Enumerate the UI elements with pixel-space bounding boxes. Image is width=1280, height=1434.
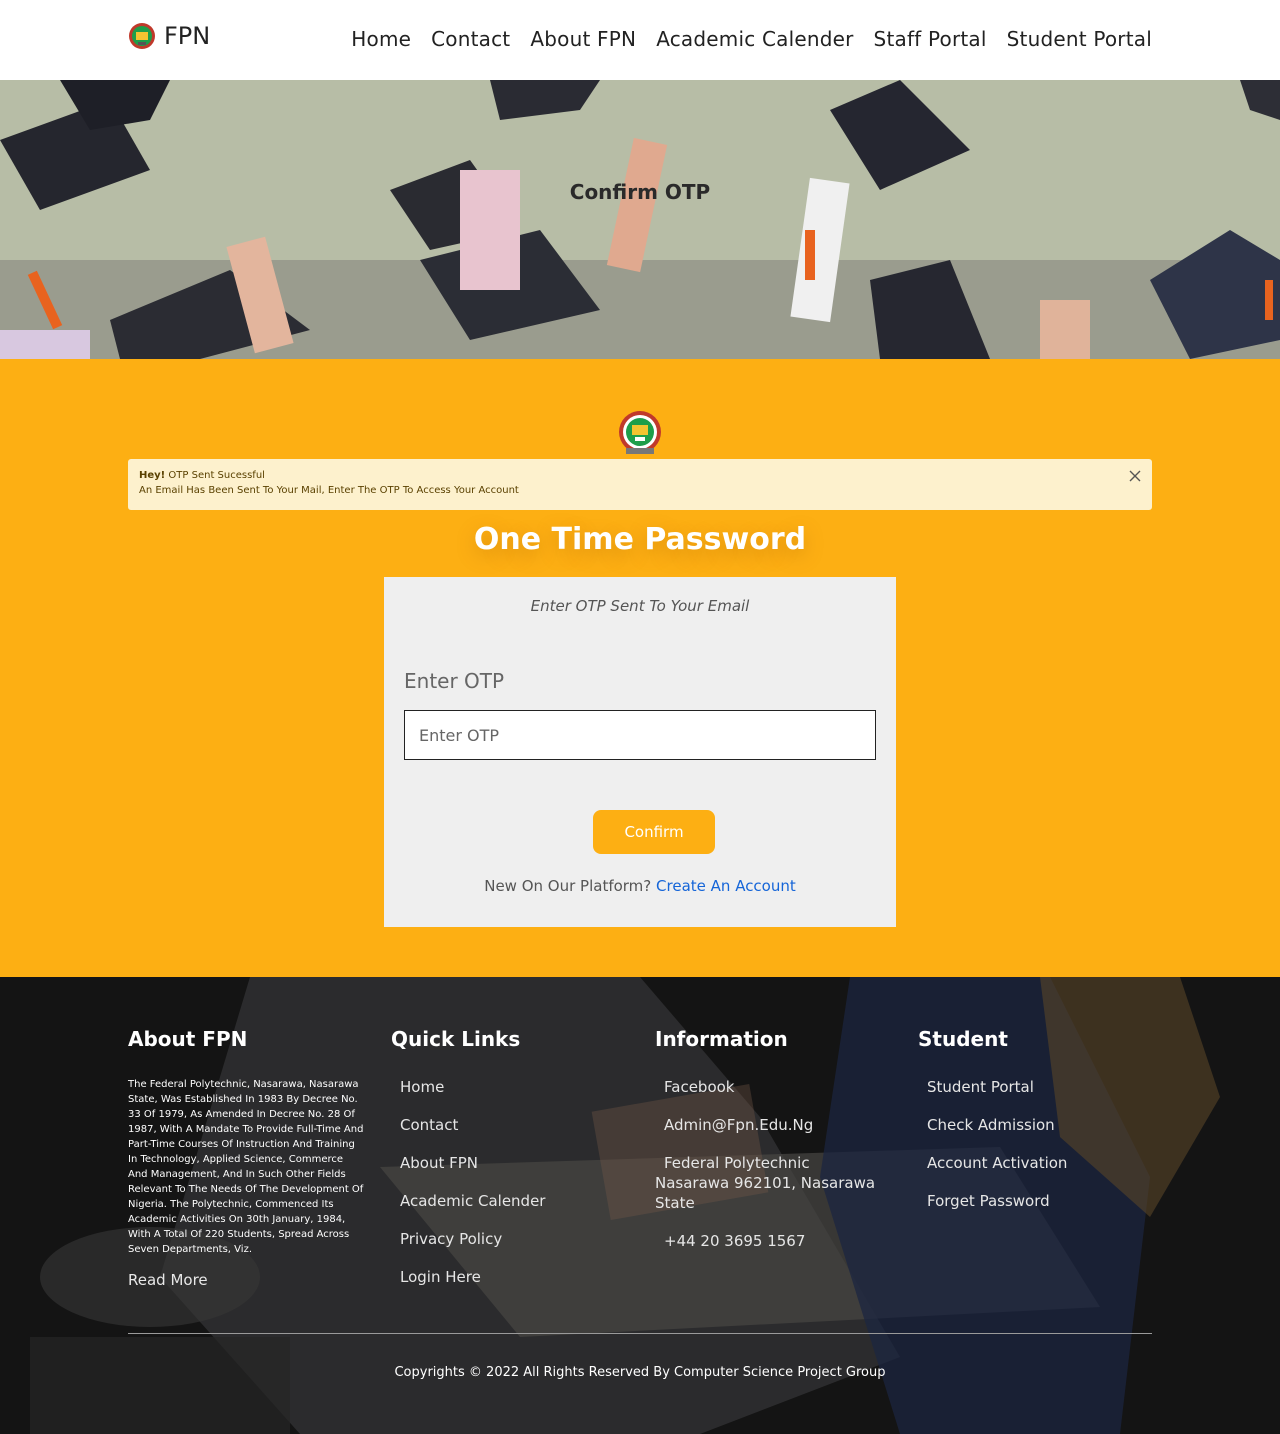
- brand-name: FPN: [164, 22, 211, 50]
- main-nav: Home Contact About FPN Academic Calender…: [351, 27, 1152, 51]
- footer-information-title: Information: [655, 1027, 788, 1051]
- signup-prompt-text: New On Our Platform?: [484, 877, 652, 895]
- footer-link-privacy-policy[interactable]: Privacy Policy: [400, 1230, 502, 1248]
- otp-sent-alert: Hey! OTP Sent Sucessful An Email Has Bee…: [128, 459, 1152, 510]
- facebook-link[interactable]: Facebook: [664, 1078, 734, 1096]
- footer-about: About FPN The Federal Polytechnic, Nasar…: [128, 1027, 364, 1289]
- footer-about-title: About FPN: [128, 1027, 248, 1051]
- footer-link-student-portal[interactable]: Student Portal: [927, 1078, 1034, 1096]
- footer-link-academic-calender[interactable]: Academic Calender: [400, 1192, 545, 1210]
- otp-card: Enter OTP Sent To Your Email Enter OTP C…: [384, 577, 896, 927]
- nav-contact[interactable]: Contact: [431, 27, 510, 51]
- footer-link-contact[interactable]: Contact: [400, 1116, 458, 1134]
- alert-detail: An Email Has Been Sent To Your Mail, Ent…: [139, 485, 519, 496]
- confirm-button[interactable]: Confirm: [593, 810, 715, 854]
- create-account-link[interactable]: Create An Account: [656, 877, 796, 895]
- alert-message: OTP Sent Sucessful: [168, 470, 265, 481]
- address-text: Federal Polytechnic Nasarawa 962101, Nas…: [655, 1154, 876, 1212]
- fpn-logo-icon: [129, 23, 155, 49]
- graduation-hero-image: [0, 80, 1280, 359]
- footer-student: Student Student Portal Check Admission A…: [918, 1027, 1067, 1229]
- site-footer: About FPN The Federal Polytechnic, Nasar…: [0, 977, 1280, 1434]
- nav-home[interactable]: Home: [351, 27, 411, 51]
- footer-link-forget-password[interactable]: Forget Password: [927, 1192, 1050, 1210]
- nav-about[interactable]: About FPN: [530, 27, 636, 51]
- footer-link-home[interactable]: Home: [400, 1078, 444, 1096]
- footer-about-text: The Federal Polytechnic, Nasarawa, Nasar…: [128, 1079, 364, 1255]
- footer-quick-links: Quick Links Home Contact About FPN Acade…: [391, 1027, 545, 1305]
- nav-student-portal[interactable]: Student Portal: [1007, 27, 1152, 51]
- otp-field-label: Enter OTP: [404, 669, 505, 693]
- otp-subtitle: Enter OTP Sent To Your Email: [530, 597, 750, 615]
- read-more-link[interactable]: Read More: [128, 1271, 364, 1289]
- footer-link-about[interactable]: About FPN: [400, 1154, 478, 1172]
- footer-link-login[interactable]: Login Here: [400, 1268, 481, 1286]
- footer-student-title: Student: [918, 1027, 1008, 1051]
- footer-link-account-activation[interactable]: Account Activation: [927, 1154, 1067, 1172]
- copyright-text: Copyrights © 2022 All Rights Reserved By…: [394, 1365, 886, 1380]
- hero-title: Confirm OTP: [569, 180, 711, 204]
- fpn-crest-icon: [619, 411, 661, 454]
- otp-section: Hey! OTP Sent Sucessful An Email Has Bee…: [0, 359, 1280, 977]
- otp-heading: One Time Password: [473, 522, 807, 557]
- footer-link-check-admission[interactable]: Check Admission: [927, 1116, 1055, 1134]
- alert-strong: Hey!: [139, 470, 166, 481]
- footer-divider: [128, 1333, 1152, 1334]
- close-icon[interactable]: [1128, 469, 1142, 483]
- signup-prompt: New On Our Platform? Create An Account: [384, 877, 896, 895]
- email-link[interactable]: Admin@Fpn.Edu.Ng: [664, 1116, 813, 1134]
- otp-input[interactable]: [404, 710, 876, 760]
- nav-staff-portal[interactable]: Staff Portal: [874, 27, 987, 51]
- hero-banner: Confirm OTP: [0, 80, 1280, 359]
- top-navbar: FPN Home Contact About FPN Academic Cale…: [0, 0, 1280, 80]
- footer-quick-links-title: Quick Links: [391, 1027, 521, 1051]
- phone-text: +44 20 3695 1567: [664, 1232, 806, 1250]
- footer-information: Information Facebook Admin@Fpn.Edu.Ng Fe…: [655, 1027, 885, 1269]
- brand[interactable]: FPN: [128, 22, 210, 50]
- nav-academic-calender[interactable]: Academic Calender: [656, 27, 853, 51]
